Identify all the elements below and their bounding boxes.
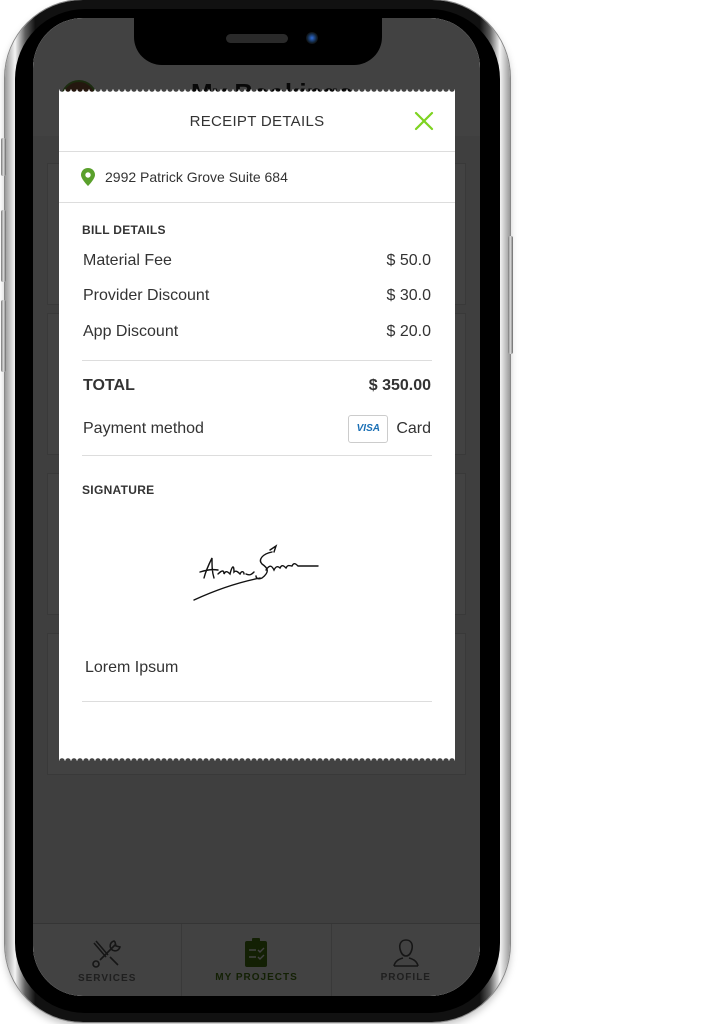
total-amount: $ 350.00 <box>368 376 431 394</box>
receipt-body: BILL DETAILS Material Fee $ 50.0 Provide… <box>59 223 455 702</box>
payment-method-label: Payment method <box>83 419 204 437</box>
bill-item-row: Provider Discount $ 30.0 <box>82 279 432 315</box>
bill-item-amount: $ 50.0 <box>386 251 431 269</box>
modal-header: RECEIPT DETAILS <box>59 92 455 152</box>
signature-heading: SIGNATURE <box>82 482 155 497</box>
total-row: TOTAL $ 350.00 <box>82 363 432 409</box>
signer-name: Lorem Ipsum <box>82 659 432 702</box>
visa-card-icon: VISA <box>348 414 389 443</box>
payment-method-row: Payment method VISA Card <box>82 409 432 456</box>
address-text: 2992 Patrick Grove Suite 684 <box>105 169 288 185</box>
payment-method-value: VISA Card <box>348 414 431 443</box>
close-icon[interactable] <box>413 110 435 132</box>
mute-switch <box>1 138 6 176</box>
power-button <box>508 236 513 354</box>
speaker-grille <box>226 34 288 43</box>
volume-down-button <box>1 300 6 372</box>
location-pin-icon <box>81 168 95 186</box>
bill-item-label: Provider Discount <box>83 287 210 305</box>
signature-image <box>193 543 319 601</box>
total-label: TOTAL <box>83 376 135 394</box>
front-camera <box>306 32 318 44</box>
bill-item-amount: $ 30.0 <box>386 287 431 305</box>
bill-item-row: Material Fee $ 50.0 <box>82 243 432 279</box>
receipt-modal: RECEIPT DETAILS 2992 Patrick Grove Suite… <box>59 89 455 761</box>
bill-item-label: App Discount <box>83 322 179 340</box>
notch <box>134 18 382 65</box>
volume-up-button <box>1 210 6 282</box>
bill-details-heading: BILL DETAILS <box>82 223 166 237</box>
receipt-edge-bottom <box>59 755 455 761</box>
address-row: 2992 Patrick Grove Suite 684 <box>59 152 455 203</box>
modal-title: RECEIPT DETAILS <box>189 113 325 130</box>
bill-item-amount: $ 20.0 <box>386 322 431 340</box>
payment-method-text: Card <box>396 419 431 437</box>
bill-item-row: App Discount $ 20.0 <box>82 314 432 350</box>
bill-item-label: Material Fee <box>83 251 172 269</box>
bill-items: Material Fee $ 50.0 Provider Discount $ … <box>82 243 432 361</box>
